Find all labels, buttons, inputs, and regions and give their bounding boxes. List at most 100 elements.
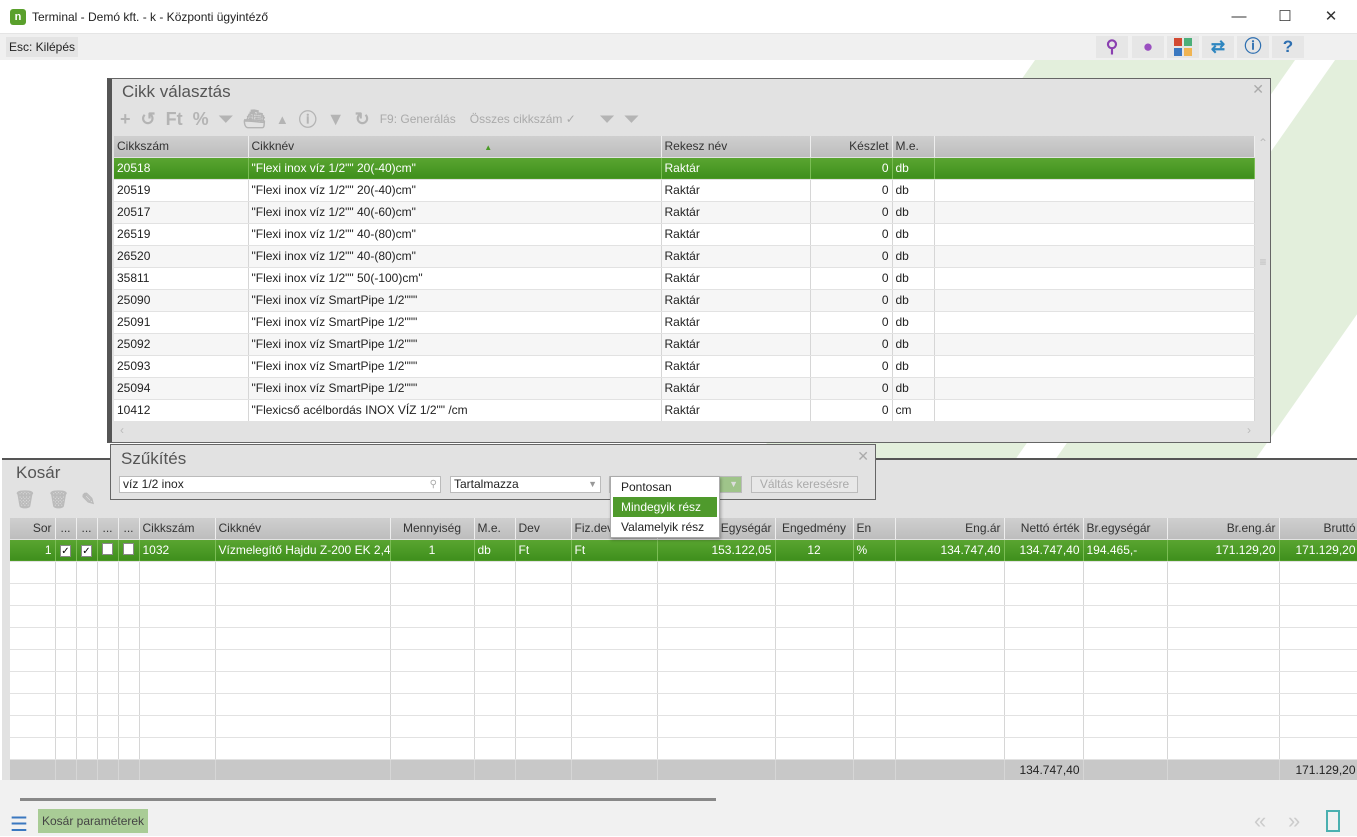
table-row[interactable]: 10412 "Flexicső acélbordás INOX VÍZ 1/2""… [114, 399, 1255, 422]
column-header[interactable]: Mennyiség [390, 518, 475, 540]
match-mode-select[interactable]: Tartalmazza ▼ [450, 476, 601, 493]
cell [55, 627, 77, 650]
checkbox[interactable]: ✓ [81, 545, 92, 557]
option-mindegyik-resz[interactable]: Mindegyik rész [613, 497, 717, 517]
cell [215, 561, 391, 584]
currency-icon[interactable]: Ft [166, 109, 183, 130]
add-icon[interactable]: + [120, 109, 131, 130]
table-row[interactable]: 26520 "Flexi inox víz 1/2"" 40-(80)cm" Rak… [114, 245, 1255, 268]
search-icon: ⚲ [429, 479, 437, 490]
cell: 26519 [114, 223, 249, 246]
column-header[interactable]: ... [55, 518, 77, 540]
checkbox[interactable]: ✓ [60, 545, 71, 557]
checkbox-cell [97, 539, 119, 562]
column-header[interactable]: Cikknév [215, 518, 391, 540]
table-row[interactable]: 35811 "Flexi inox víz 1/2"" 50(-100)cm" Ra… [114, 267, 1255, 290]
column-header[interactable]: Cikkszám [139, 518, 216, 540]
col-rekesz[interactable]: Rekesz név [661, 136, 811, 158]
col-me[interactable]: M.e. [892, 136, 935, 158]
cell [1279, 583, 1357, 606]
column-header[interactable]: Eng.ár [895, 518, 1005, 540]
column-header[interactable]: Br.egységár [1083, 518, 1168, 540]
column-header[interactable]: M.e. [474, 518, 516, 540]
filter-clear-icon[interactable]: ⏷ [624, 109, 638, 130]
column-header[interactable]: Br.eng.ár [1167, 518, 1280, 540]
column-header[interactable]: En [853, 518, 896, 540]
table-row[interactable]: 25091 "Flexi inox víz SmartPipe 1/2""" Rak… [114, 311, 1255, 334]
cell: 0 [810, 157, 893, 180]
option-valamelyik-resz[interactable]: Valamelyik rész [613, 517, 717, 537]
up-icon[interactable]: ▲ [276, 112, 289, 127]
next-icon[interactable]: » [1288, 808, 1300, 834]
checkbox[interactable] [102, 542, 113, 555]
table-row[interactable]: 25090 "Flexi inox víz SmartPipe 1/2""" Rak… [114, 289, 1255, 312]
total-cell [139, 759, 216, 782]
col-keszlet[interactable]: Készlet [810, 136, 893, 158]
col-cikkszam[interactable]: Cikkszám [114, 136, 249, 158]
column-header[interactable]: ... [97, 518, 119, 540]
vertical-scrollbar[interactable]: ⌃ ≡ [1255, 136, 1271, 436]
all-items-toggle[interactable]: Összes cikkszám ✓ [470, 112, 576, 126]
cell [55, 737, 77, 760]
table-row[interactable]: 20518 "Flexi inox víz 1/2"" 20(-40)cm" Rak… [114, 157, 1255, 180]
basket-params-button[interactable]: Kosár paraméterek [38, 809, 149, 833]
info-icon[interactable]: ⓘ [1237, 36, 1269, 58]
search-input[interactable]: víz 1/2 inox ⚲ [119, 476, 441, 493]
table-row[interactable]: 25094 "Flexi inox víz SmartPipe 1/2""" Rak… [114, 377, 1255, 400]
minimize-button[interactable]: — [1216, 4, 1262, 30]
cell [515, 605, 572, 628]
option-pontosan[interactable]: Pontosan [613, 477, 717, 497]
filter-list-icon[interactable]: ⏷ [219, 109, 233, 130]
table-row[interactable]: 25092 "Flexi inox víz SmartPipe 1/2""" Rak… [114, 333, 1255, 356]
undo-icon[interactable]: ↺ [141, 109, 156, 130]
column-header[interactable]: ... [76, 518, 98, 540]
table-row[interactable]: 20517 "Flexi inox víz 1/2"" 40(-60)cm" Rak… [114, 201, 1255, 224]
filter-add-icon[interactable]: ⏷ [600, 109, 614, 130]
refresh-icon[interactable]: ↻ [355, 109, 370, 130]
user-icon[interactable]: ● [1132, 36, 1164, 58]
edit-icon[interactable]: ✎ [81, 490, 95, 510]
ship-icon[interactable]: ⛴ [243, 109, 266, 130]
column-header[interactable]: Nettó érték [1004, 518, 1084, 540]
cell [118, 737, 140, 760]
table-row[interactable]: 25093 "Flexi inox víz SmartPipe 1/2""" Rak… [114, 355, 1255, 378]
cell [76, 561, 98, 584]
column-header[interactable]: Bruttó [1279, 518, 1357, 540]
cell-empty [934, 399, 1255, 422]
filter-icon[interactable]: ▼ [327, 109, 345, 130]
horizontal-scrollbar[interactable] [20, 798, 716, 801]
column-header[interactable]: Engedmény [775, 518, 854, 540]
delete-icon[interactable]: 🗑 [14, 490, 36, 510]
help-icon[interactable]: ? [1272, 36, 1304, 58]
cell [97, 605, 119, 628]
close-icon[interactable]: ✕ [857, 448, 869, 465]
column-header[interactable]: Sor [10, 518, 56, 540]
col-cikknev[interactable]: Cikknév ▲ [248, 136, 662, 158]
cell: 25092 [114, 333, 249, 356]
document-icon[interactable] [1326, 810, 1340, 832]
menu-icon[interactable]: ☰ [10, 812, 28, 837]
close-icon[interactable]: ✕ [1252, 81, 1264, 98]
cell [55, 561, 77, 584]
previous-icon[interactable]: « [1254, 808, 1266, 834]
percent-icon[interactable]: % [193, 109, 209, 130]
cell [1004, 605, 1084, 628]
info-icon[interactable]: ⓘ [299, 106, 317, 132]
exit-button[interactable]: Esc: Kilépés [6, 37, 79, 57]
app-icon: n [10, 9, 26, 25]
swap-icon[interactable]: ⇄ [1202, 36, 1234, 58]
column-header[interactable]: ... [118, 518, 140, 540]
search-icon[interactable]: ⚲ [1096, 36, 1128, 58]
generate-button[interactable]: F9: Generálás [380, 112, 456, 126]
basket-row[interactable]: 1 ✓ ✓ 1032 Vízmelegítő Hajdu Z-200 EK 2,4 1 db… [10, 539, 1357, 562]
table-row[interactable]: 26519 "Flexi inox víz 1/2"" 40-(80)cm" Rak… [114, 223, 1255, 246]
switch-search-button[interactable]: Váltás keresésre [751, 476, 858, 493]
apps-icon[interactable] [1167, 36, 1199, 58]
maximize-button[interactable]: ☐ [1262, 4, 1308, 30]
checkbox[interactable] [123, 542, 134, 555]
horizontal-scrollbar[interactable]: ‹ › [114, 423, 1255, 441]
column-header[interactable]: Dev [515, 518, 572, 540]
delete-all-icon[interactable]: 🗑 [48, 490, 70, 510]
table-row[interactable]: 20519 "Flexi inox víz 1/2"" 20(-40)cm" Rak… [114, 179, 1255, 202]
close-button[interactable]: ✕ [1308, 4, 1354, 30]
